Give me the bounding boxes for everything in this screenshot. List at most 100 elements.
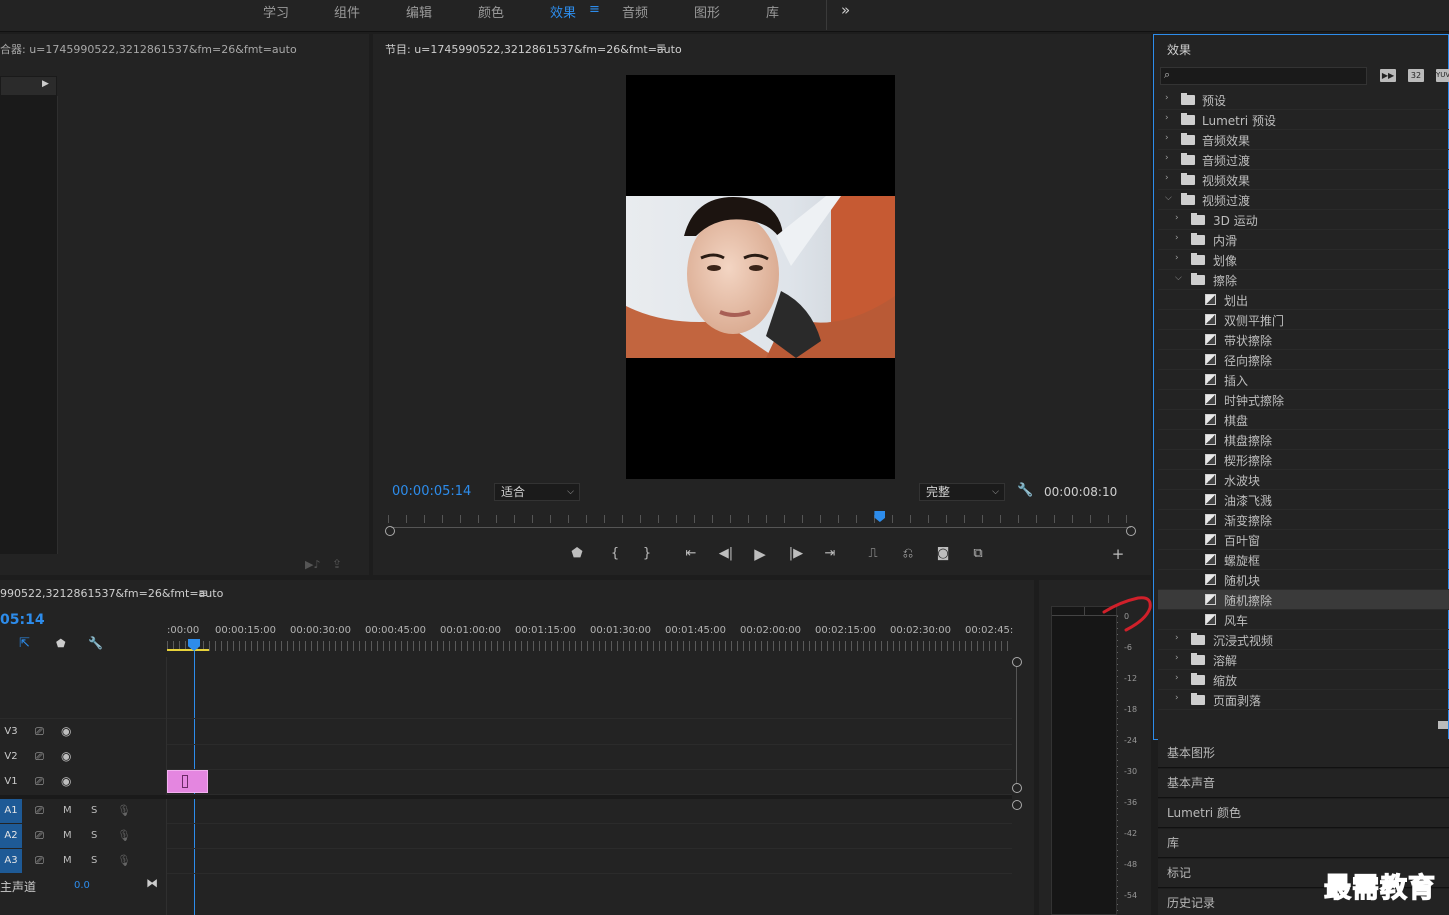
effect-folder[interactable]: › 划像 [1158, 250, 1449, 270]
effect-item[interactable]: 带状擦除 [1158, 330, 1449, 350]
track-name[interactable]: V2 [0, 745, 22, 769]
chevron-right-icon[interactable]: › [1165, 133, 1169, 143]
chevron-down-icon[interactable]: ⌵ [1165, 193, 1172, 203]
scrub-in-handle[interactable] [385, 526, 395, 536]
workspace-menu-icon[interactable]: ≡ [589, 2, 600, 17]
track-name[interactable]: V3 [0, 720, 22, 744]
audio-track-lane[interactable] [167, 849, 1012, 874]
vscroll-top-handle[interactable] [1012, 657, 1022, 667]
program-menu-icon[interactable]: ≡ [656, 40, 666, 54]
solo-button[interactable]: S [91, 830, 97, 841]
workspace-tab-1[interactable]: 组件 [334, 2, 360, 21]
scrub-out-handle[interactable] [1126, 526, 1136, 536]
solo-button[interactable]: S [91, 805, 97, 816]
effect-item[interactable]: 插入 [1158, 370, 1449, 390]
effect-item[interactable]: 楔形擦除 [1158, 450, 1449, 470]
chevron-right-icon[interactable]: › [1175, 693, 1179, 703]
work-area-bar[interactable] [167, 649, 209, 651]
effect-item[interactable]: 随机擦除 [1158, 590, 1449, 610]
timeline-timecode[interactable]: 05:14 [0, 612, 45, 628]
chevron-right-icon[interactable]: › [1175, 633, 1179, 643]
eye-icon[interactable]: ◉ [61, 724, 71, 738]
step-forward-icon[interactable]: |▶ [785, 546, 807, 561]
chevron-right-icon[interactable]: › [1175, 673, 1179, 683]
mute-button[interactable]: M [63, 855, 72, 866]
effect-folder[interactable]: › Lumetri 预设 [1158, 110, 1449, 130]
audio-track-lane[interactable] [167, 824, 1012, 849]
workspace-tab-7[interactable]: 库 [766, 2, 779, 21]
comparison-view-icon[interactable]: ⧉ [967, 546, 989, 561]
expand-arrow-icon[interactable]: ▶ [42, 79, 49, 89]
vscroll-track[interactable] [1016, 667, 1017, 783]
video-clip[interactable] [167, 770, 208, 793]
effect-item[interactable]: 风车 [1158, 610, 1449, 630]
effect-item[interactable]: 螺旋框 [1158, 550, 1449, 570]
sync-lock-icon[interactable]: ⎚ [35, 854, 44, 868]
track-name[interactable]: A1 [0, 799, 22, 823]
effect-item[interactable]: 油漆飞溅 [1158, 490, 1449, 510]
new-bin-icon[interactable] [1438, 721, 1448, 729]
effect-folder[interactable]: › 沉浸式视频 [1158, 630, 1449, 650]
effect-folder[interactable]: › 预设 [1158, 90, 1449, 110]
mark-out-icon[interactable]: } [636, 546, 658, 561]
master-volume[interactable]: 0.0 [74, 880, 90, 891]
play-audio-icon[interactable]: ▶♪ [305, 558, 320, 571]
effect-item[interactable]: 随机块 [1158, 570, 1449, 590]
effect-folder[interactable]: › 缩放 [1158, 670, 1449, 690]
timeline-marker-icon[interactable]: ⬟ [56, 637, 66, 650]
mute-button[interactable]: M [63, 805, 72, 816]
video-track-lane[interactable] [167, 770, 1012, 795]
sync-lock-icon[interactable]: ⎚ [35, 775, 44, 789]
effect-folder[interactable]: › 视频效果 [1158, 170, 1449, 190]
chevron-right-icon[interactable]: › [1165, 113, 1169, 123]
chevron-right-icon[interactable]: › [1175, 233, 1179, 243]
effects-search-input[interactable]: ⌕ [1160, 67, 1367, 85]
effect-folder[interactable]: › 内滑 [1158, 230, 1449, 250]
workspace-tab-0[interactable]: 学习 [263, 2, 289, 21]
effect-folder[interactable]: › 溶解 [1158, 650, 1449, 670]
add-button-icon[interactable]: + [1107, 545, 1129, 563]
timeline-wrench-icon[interactable]: 🔧 [88, 636, 103, 650]
effect-item[interactable]: 划出 [1158, 290, 1449, 310]
sync-lock-icon[interactable]: ⎚ [35, 750, 44, 764]
audio-vscroll-handle[interactable] [1012, 800, 1022, 810]
effect-item[interactable]: 双侧平推门 [1158, 310, 1449, 330]
effect-item[interactable]: 百叶窗 [1158, 530, 1449, 550]
effect-folder[interactable]: › 音频过渡 [1158, 150, 1449, 170]
track-name[interactable]: V1 [0, 770, 22, 794]
effect-folder[interactable]: › 页面剥落 [1158, 690, 1449, 710]
mute-button[interactable]: M [63, 830, 72, 841]
workspace-tab-5[interactable]: 音频 [622, 2, 648, 21]
effect-item[interactable]: 水波块 [1158, 470, 1449, 490]
collapsed-panel-tab[interactable]: 基本声音 [1158, 769, 1449, 798]
go-to-out-icon[interactable]: ⇥ [819, 546, 841, 561]
track-name[interactable]: A2 [0, 824, 22, 848]
collapsed-panel-tab[interactable]: 库 [1158, 829, 1449, 858]
chevron-right-icon[interactable]: › [1165, 153, 1169, 163]
microphone-icon[interactable]: 🎙 [117, 854, 131, 867]
accelerated-effects-icon[interactable]: ▶▶ [1380, 69, 1396, 82]
current-timecode[interactable]: 00:00:05:14 [392, 484, 471, 499]
chevron-right-icon[interactable]: › [1175, 653, 1179, 663]
bowtie-icon[interactable]: ⧓ [146, 876, 158, 890]
program-scrub-bar[interactable] [385, 510, 1137, 538]
wrench-icon[interactable]: 🔧 [1017, 483, 1033, 498]
track-name[interactable]: A3 [0, 849, 22, 873]
workspace-tab-4[interactable]: 效果 [550, 2, 576, 21]
camera-icon[interactable]: ◙ [932, 546, 954, 561]
collapsed-panel-tab[interactable]: Lumetri 颜色 [1158, 799, 1449, 828]
workspace-tab-2[interactable]: 编辑 [406, 2, 432, 21]
vscroll-bottom-handle[interactable] [1012, 783, 1022, 793]
microphone-icon[interactable]: 🎙 [117, 829, 131, 842]
add-marker-icon[interactable]: ⬟ [566, 546, 588, 561]
timeline-menu-icon[interactable]: ≡ [198, 586, 208, 600]
workspace-tab-6[interactable]: 图形 [694, 2, 720, 21]
effect-folder[interactable]: ⌵ 擦除 [1158, 270, 1449, 290]
quality-dropdown[interactable]: 完整 ⌵ [919, 483, 1005, 501]
effect-folder[interactable]: › 3D 运动 [1158, 210, 1449, 230]
chevron-down-icon[interactable]: ⌵ [1175, 273, 1182, 283]
collapsed-panel-tab[interactable]: 基本图形 [1158, 739, 1449, 768]
effect-item[interactable]: 棋盘 [1158, 410, 1449, 430]
chevron-right-icon[interactable]: › [1175, 213, 1179, 223]
step-back-icon[interactable]: ◀| [715, 546, 737, 561]
